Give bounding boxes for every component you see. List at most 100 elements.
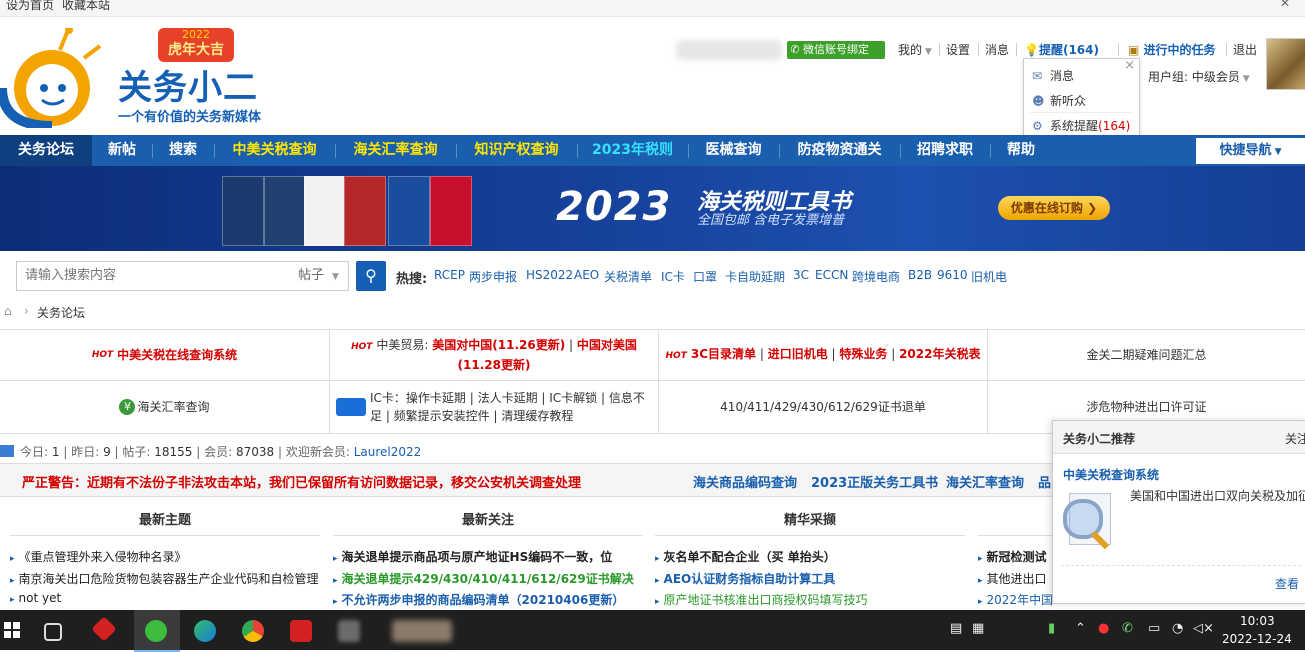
hot-word[interactable]: AEO bbox=[574, 268, 599, 282]
list-item[interactable]: ▸ 原产地证书核准出口商授权码填写技巧 bbox=[655, 591, 965, 608]
nav-help[interactable]: 帮助 bbox=[990, 135, 1052, 166]
nav-new-posts[interactable]: 新帖 bbox=[92, 135, 152, 166]
nav-forum[interactable]: 关务论坛 bbox=[0, 135, 92, 166]
list-item[interactable]: ▸ 南京海关出口危险货物包装容器生产企业代码和自检管理 bbox=[10, 570, 320, 587]
hot-word[interactable]: ECCN bbox=[815, 268, 848, 282]
grid-cell-3c[interactable]: HOT 3C目录清单 | 进口旧机电 | 特殊业务 | 2022年关税表 bbox=[659, 330, 988, 381]
hot-word[interactable]: 旧机电 bbox=[971, 268, 1007, 285]
quick-link-exchange[interactable]: 海关汇率查询 bbox=[946, 472, 1024, 491]
usergroup-menu[interactable]: 用户组: 中级会员 ▼ bbox=[1148, 68, 1250, 85]
list-item[interactable]: ▸ 不允许两步申报的商品编码清单（20210406更新） bbox=[333, 591, 643, 608]
close-icon[interactable]: × bbox=[1124, 58, 1135, 73]
clock-time[interactable]: 10:03 bbox=[1240, 614, 1275, 628]
mine-menu[interactable]: 我的 ▼ bbox=[898, 41, 932, 61]
list-item[interactable]: ▸ 其他进出口 bbox=[978, 570, 1052, 587]
list-item[interactable]: ▸ 新冠检测试 bbox=[978, 548, 1052, 565]
task-view-icon[interactable] bbox=[44, 623, 62, 641]
tray-volume-icon[interactable]: ◁× bbox=[1193, 621, 1214, 636]
grid-cell-exchange-rate[interactable]: ¥ 海关汇率查询 bbox=[0, 381, 330, 433]
list-item[interactable]: ▸ not yet bbox=[10, 591, 320, 605]
bookmark-link[interactable]: 收藏本站 bbox=[62, 0, 110, 13]
app-icon-blurred[interactable] bbox=[338, 620, 360, 642]
grid-link-used-machinery[interactable]: 进口旧机电 bbox=[768, 347, 828, 361]
hot-word[interactable]: 口罩 bbox=[693, 268, 717, 285]
grid-link-us-to-china[interactable]: 美国对中国(11.26更新) bbox=[432, 338, 565, 352]
dropdown-item-system-remind[interactable]: ⚙ 系统提醒(164) bbox=[1032, 117, 1130, 134]
tray-wechat-icon[interactable]: ✆ bbox=[1122, 621, 1133, 636]
search-button[interactable]: ⚲ bbox=[356, 261, 386, 291]
hot-word[interactable]: 卡自助延期 bbox=[725, 268, 785, 285]
grid-link-special[interactable]: 特殊业务 bbox=[839, 347, 887, 361]
nav-us-tariff[interactable]: 中美关税查询 bbox=[214, 135, 335, 166]
dropdown-item-messages[interactable]: ✉ 消息 bbox=[1032, 67, 1074, 84]
quick-link-hs-code[interactable]: 海关商品编码查询 bbox=[693, 472, 797, 491]
app-icon-acrobat[interactable] bbox=[290, 620, 312, 642]
hot-word[interactable]: RCEP bbox=[434, 268, 465, 282]
hot-word[interactable]: 跨境电商 bbox=[852, 268, 900, 285]
grid-link-2022-tariff[interactable]: 2022年关税表 bbox=[899, 347, 980, 361]
hot-word[interactable]: B2B bbox=[908, 268, 932, 282]
nav-2023-tariff[interactable]: 2023年税则 bbox=[577, 135, 688, 166]
hot-word[interactable]: 两步申报 bbox=[469, 268, 517, 285]
new-member-link[interactable]: Laurel2022 bbox=[354, 445, 422, 459]
list-item[interactable]: ▸ 《重点管理外来入侵物种名录》 bbox=[10, 548, 320, 565]
list-item[interactable]: ▸ 2022年中国 bbox=[978, 591, 1052, 608]
tray-network-icon[interactable]: ▭ bbox=[1148, 621, 1160, 636]
quick-link-more[interactable]: 品 bbox=[1038, 472, 1051, 491]
edge-icon[interactable] bbox=[194, 620, 216, 642]
list-item[interactable]: ▸ 海关退单提示商品项与原产地证HS编码不一致，位 bbox=[333, 548, 643, 565]
logout-link[interactable]: 退出 bbox=[1233, 41, 1257, 59]
nav-medical-devices[interactable]: 医械查询 bbox=[688, 135, 779, 166]
tray-wifi-icon[interactable]: ◔ bbox=[1172, 621, 1183, 636]
chrome-icon[interactable] bbox=[242, 620, 264, 642]
chevron-up-icon[interactable]: ⌃ bbox=[1075, 621, 1086, 636]
grid-cell-us-tariff[interactable]: HOT 中美关税在线查询系统 bbox=[0, 330, 330, 381]
wechat-bind-button[interactable]: ✆ 微信账号绑定 bbox=[787, 41, 885, 59]
windows-start-icon[interactable] bbox=[4, 622, 20, 638]
recommend-more-link[interactable]: 查看 bbox=[1275, 575, 1299, 592]
grid-cell-certificate[interactable]: 410/411/429/430/612/629证书退单 bbox=[659, 381, 988, 433]
tray-pdf-icon[interactable]: ▤ bbox=[950, 621, 962, 636]
browser-360-icon[interactable] bbox=[145, 620, 167, 642]
nav-ip-query[interactable]: 知识产权查询 bbox=[456, 135, 577, 166]
search-type-select[interactable]: 帖子 ▼ bbox=[288, 261, 349, 291]
nav-jobs[interactable]: 招聘求职 bbox=[900, 135, 990, 166]
hot-word[interactable]: IC卡 bbox=[661, 268, 685, 285]
close-icon[interactable]: ✕ bbox=[1280, 0, 1290, 10]
list-item[interactable]: ▸ 海关退单提示429/430/410/411/612/629证书解决 bbox=[333, 570, 643, 587]
app-icon-red[interactable] bbox=[91, 616, 117, 642]
recommend-item-title[interactable]: 中美关税查询系统 bbox=[1063, 466, 1159, 483]
site-name[interactable]: 关务小二 bbox=[118, 60, 258, 109]
set-home-link[interactable]: 设为首页 bbox=[6, 0, 54, 13]
hot-word[interactable]: 9610 bbox=[937, 268, 968, 282]
grid-cell-ic-card[interactable]: IC卡：操作卡延期 | 法人卡延期 | IC卡解锁 | 信息不足 | 频繁提示安… bbox=[330, 381, 659, 433]
grid-cell-trade[interactable]: HOT 中美贸易: 美国对中国(11.26更新) | 中国对美国(11.28更新) bbox=[330, 330, 659, 381]
quick-link-toolbook[interactable]: 2023正版关务工具书 bbox=[811, 472, 938, 491]
tray-qq-icon[interactable]: ● bbox=[1098, 621, 1109, 636]
dropdown-item-new-followers[interactable]: ☻ 新听众 bbox=[1032, 92, 1086, 109]
grid-cell-golden-customs[interactable]: 金关二期疑难问题汇总 bbox=[988, 330, 1305, 381]
list-item[interactable]: ▸ AEO认证财务指标自助计算工具 bbox=[655, 570, 965, 587]
list-item[interactable]: ▸ 灰名单不配合企业（买 单抬头） bbox=[655, 548, 965, 565]
nav-exchange-rate[interactable]: 海关汇率查询 bbox=[335, 135, 456, 166]
settings-link[interactable]: 设置 bbox=[946, 41, 970, 59]
hot-word[interactable]: 关税清单 bbox=[604, 268, 652, 285]
clock-date[interactable]: 2022-12-24 bbox=[1222, 632, 1292, 646]
quick-nav-button[interactable]: 快捷导航 ▼ bbox=[1196, 138, 1305, 164]
nav-epidemic-goods[interactable]: 防疫物资通关 bbox=[779, 135, 900, 166]
nav-search[interactable]: 搜索 bbox=[152, 135, 214, 166]
tab-follow[interactable]: 关注 bbox=[1285, 430, 1305, 447]
remind-link[interactable]: 💡提醒(164) bbox=[1024, 41, 1099, 59]
tray-input-icon[interactable]: ▦ bbox=[972, 621, 984, 636]
tray-battery-icon[interactable]: ▮ bbox=[1048, 621, 1055, 636]
app-icon-blurred[interactable] bbox=[392, 620, 452, 642]
messages-link[interactable]: 消息 bbox=[985, 41, 1009, 59]
search-input[interactable] bbox=[17, 262, 285, 288]
grid-link-3c[interactable]: 3C目录清单 bbox=[691, 347, 756, 361]
hot-word[interactable]: HS2022 bbox=[526, 268, 573, 282]
banner-order-button[interactable]: 优惠在线订购 ❯ bbox=[998, 196, 1110, 220]
breadcrumb-current[interactable]: 关务论坛 bbox=[37, 304, 85, 321]
task-link[interactable]: ▣ 进行中的任务 bbox=[1128, 41, 1216, 59]
home-icon[interactable]: ⌂ bbox=[4, 304, 12, 318]
hot-word[interactable]: 3C bbox=[793, 268, 809, 282]
